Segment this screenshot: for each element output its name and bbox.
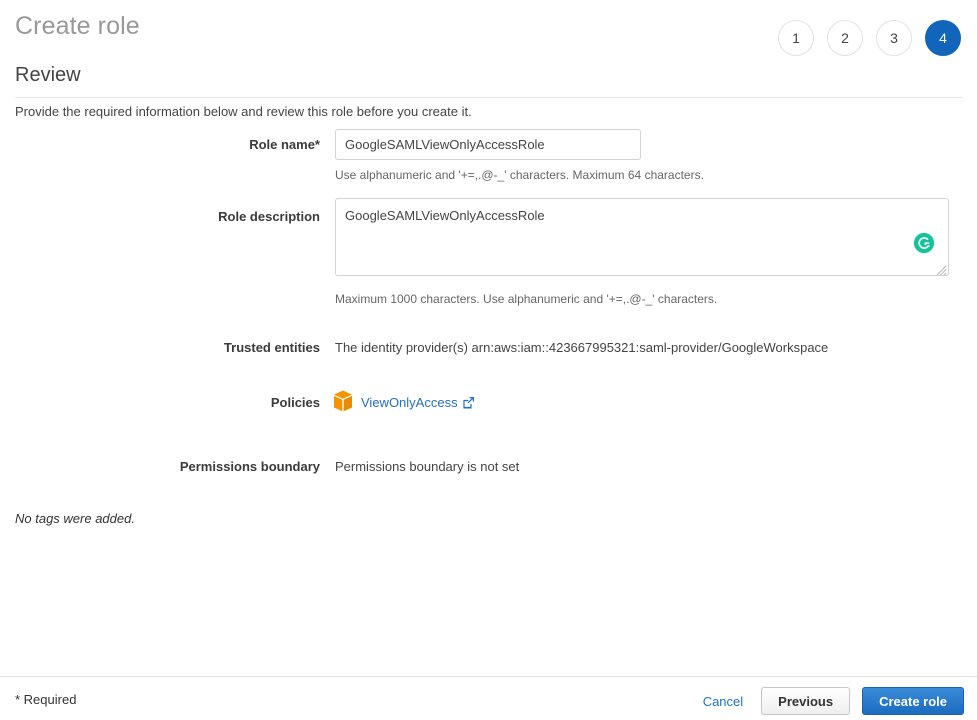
trusted-entities-label: Trusted entities (0, 340, 320, 355)
footer-actions: Cancel Previous Create role (697, 687, 964, 715)
step-indicator-1[interactable]: 1 (778, 20, 814, 56)
section-divider (15, 97, 962, 98)
tags-empty-note: No tags were added. (15, 511, 135, 526)
role-name-label: Role name* (0, 137, 320, 152)
create-role-button[interactable]: Create role (862, 687, 964, 715)
trusted-entities-value: The identity provider(s) arn:aws:iam::42… (335, 340, 828, 355)
grammarly-icon[interactable] (913, 232, 935, 254)
policy-link-viewonlyaccess[interactable]: ViewOnlyAccess (361, 395, 475, 412)
role-name-input[interactable] (335, 129, 641, 160)
cancel-button[interactable]: Cancel (697, 694, 749, 709)
role-name-field-wrap (335, 129, 641, 160)
role-name-hint: Use alphanumeric and '+=,.@-_' character… (335, 168, 704, 182)
step-indicator-4[interactable]: 4 (925, 20, 961, 56)
role-description-field-wrap (335, 198, 949, 276)
step-indicator-3[interactable]: 3 (876, 20, 912, 56)
policies-label: Policies (0, 395, 320, 410)
policy-link-label: ViewOnlyAccess (361, 395, 458, 410)
permissions-boundary-label: Permissions boundary (0, 459, 320, 474)
permissions-boundary-value: Permissions boundary is not set (335, 459, 519, 474)
page-header: Create role 1 2 3 4 (0, 0, 977, 62)
external-link-icon[interactable] (462, 396, 475, 412)
previous-button[interactable]: Previous (761, 687, 850, 715)
footer-bar: * Required Cancel Previous Create role (0, 677, 977, 720)
role-description-label: Role description (0, 209, 320, 224)
role-description-textarea[interactable] (335, 198, 949, 276)
policies-value: ViewOnlyAccess (333, 390, 475, 417)
aws-policy-cube-icon (333, 390, 353, 417)
role-description-hint: Maximum 1000 characters. Use alphanumeri… (335, 292, 717, 306)
required-note: * Required (15, 692, 76, 707)
section-title: Review (15, 64, 81, 87)
page-title: Create role (15, 12, 140, 41)
step-indicator: 1 2 3 4 (778, 20, 961, 56)
section-intro-text: Provide the required information below a… (15, 104, 472, 119)
step-indicator-2[interactable]: 2 (827, 20, 863, 56)
